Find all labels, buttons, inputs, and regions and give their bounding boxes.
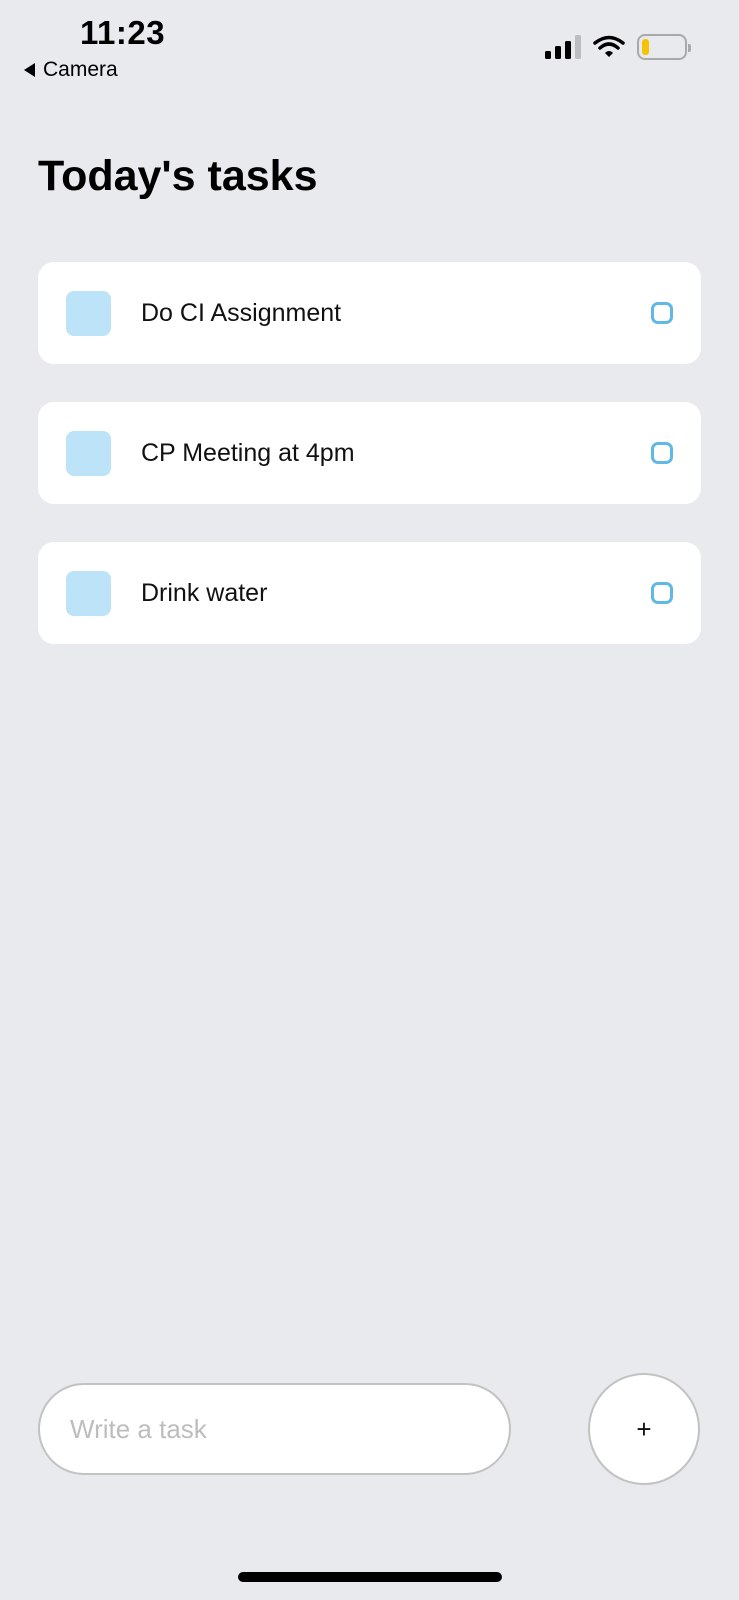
status-icons [545, 34, 691, 60]
back-link-label: Camera [43, 58, 118, 81]
task-input[interactable] [38, 1383, 511, 1475]
cellular-signal-icon [545, 35, 581, 59]
task-item[interactable]: Drink water [38, 542, 701, 644]
app-screen: 11:23 Camera Today's tasks Do CI Assignm… [0, 0, 739, 1600]
task-label: Drink water [141, 578, 268, 607]
home-indicator[interactable] [238, 1572, 502, 1582]
back-to-camera-link[interactable]: Camera [24, 58, 118, 82]
page-title: Today's tasks [38, 152, 318, 200]
task-list: Do CI Assignment CP Meeting at 4pm Drink… [38, 262, 701, 682]
add-task-button[interactable]: + [588, 1373, 700, 1485]
task-label: Do CI Assignment [141, 298, 342, 327]
battery-level [642, 39, 649, 55]
task-label: CP Meeting at 4pm [141, 438, 355, 467]
task-item[interactable]: Do CI Assignment [38, 262, 701, 364]
task-square-icon [66, 430, 111, 476]
task-complete-toggle[interactable] [651, 302, 673, 324]
battery-icon [637, 34, 691, 60]
status-time: 11:23 [80, 14, 166, 51]
task-complete-toggle[interactable] [651, 442, 673, 464]
task-complete-toggle[interactable] [651, 582, 673, 604]
task-square-icon [66, 570, 111, 616]
task-item[interactable]: CP Meeting at 4pm [38, 402, 701, 504]
wifi-icon [593, 35, 625, 57]
back-arrow-icon [24, 63, 35, 77]
task-square-icon [66, 290, 111, 336]
